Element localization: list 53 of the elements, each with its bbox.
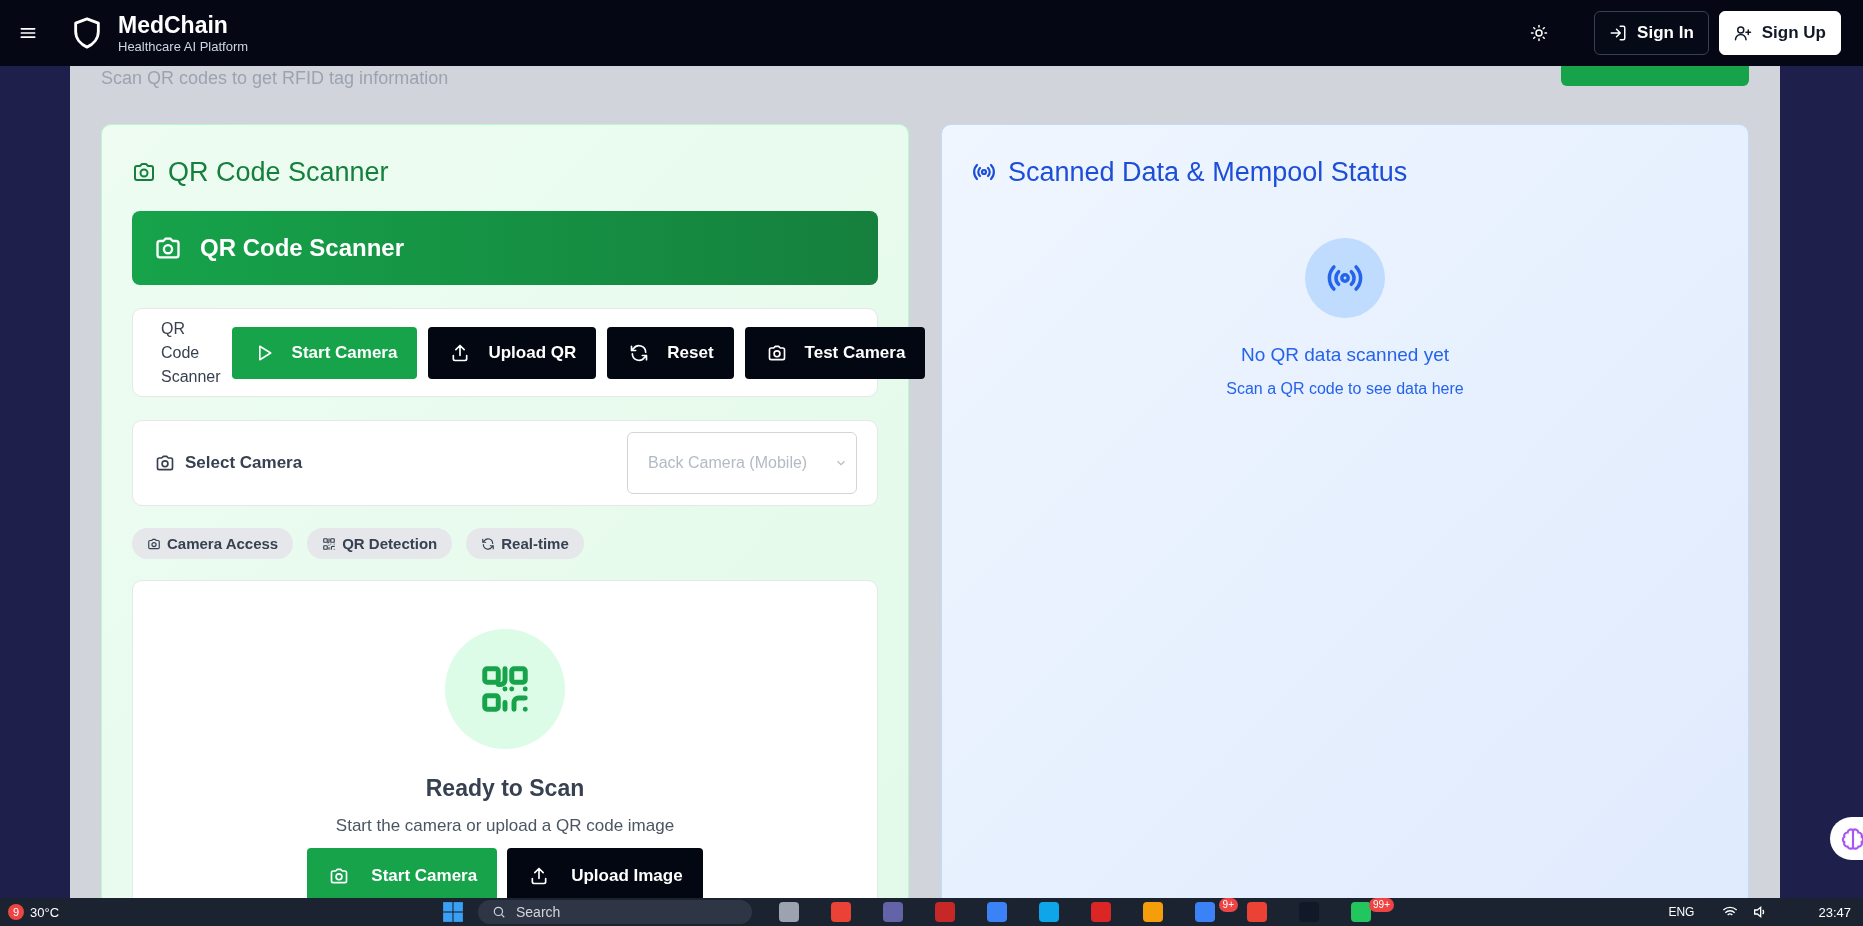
app-icon[interactable] bbox=[1351, 902, 1371, 922]
feature-tag: Camera Access bbox=[132, 528, 294, 559]
app-icon[interactable] bbox=[1039, 902, 1059, 922]
search-icon bbox=[492, 905, 506, 919]
action-button[interactable]: Upload Image bbox=[507, 848, 703, 898]
camera-icon bbox=[147, 536, 161, 551]
add-user-icon bbox=[1733, 24, 1752, 42]
controls-label: QR Code Scanner bbox=[161, 318, 221, 387]
qr-code-icon bbox=[322, 536, 337, 551]
app-icon[interactable] bbox=[831, 902, 851, 922]
sun-icon[interactable] bbox=[1530, 24, 1549, 42]
brain-icon bbox=[1840, 825, 1863, 852]
action-button[interactable]: Reset bbox=[607, 326, 734, 379]
sign-up-button[interactable]: Sign Up bbox=[1718, 11, 1841, 55]
taskbar-search-field[interactable]: Search bbox=[478, 900, 752, 924]
empty-title: No QR data scanned yet bbox=[1240, 344, 1450, 366]
card-title: QR Code Scanner bbox=[132, 155, 878, 189]
brand-name: MedChain bbox=[118, 11, 229, 38]
feature-tag: QR Detection bbox=[307, 528, 453, 559]
clock[interactable]: 23:47 bbox=[1818, 904, 1851, 920]
notification-badge: 99+ bbox=[1369, 898, 1394, 912]
sign-in-icon bbox=[1609, 24, 1628, 42]
app-icon[interactable] bbox=[883, 902, 903, 922]
app-icon[interactable] bbox=[779, 902, 799, 922]
banner-title: QR Code Scanner bbox=[200, 234, 405, 262]
language-indicator[interactable]: ENG bbox=[1668, 905, 1695, 919]
app-icon[interactable] bbox=[1195, 902, 1215, 922]
refresh-icon bbox=[629, 342, 650, 363]
camera-icon bbox=[155, 453, 175, 473]
action-button[interactable]: Test Camera bbox=[744, 326, 926, 379]
app-icon[interactable] bbox=[935, 902, 955, 922]
app-icon[interactable] bbox=[1247, 902, 1267, 922]
temperature: 30°C bbox=[30, 904, 60, 920]
camera-icon bbox=[329, 866, 350, 886]
app-icon[interactable] bbox=[1091, 902, 1111, 922]
app-icon[interactable] bbox=[1143, 902, 1163, 922]
upload-icon bbox=[450, 342, 471, 363]
brand-tagline: Healthcare AI Platform bbox=[118, 37, 249, 55]
camera-icon bbox=[132, 160, 156, 184]
action-button[interactable]: Upload QR bbox=[428, 326, 597, 379]
windows-start-icon[interactable] bbox=[442, 901, 464, 923]
feature-tag: Real-time bbox=[466, 528, 584, 559]
ready-text: Start the camera or upload a QR code image bbox=[335, 816, 675, 836]
app-icon[interactable] bbox=[987, 902, 1007, 922]
notification-badge: 9+ bbox=[1218, 898, 1238, 912]
weather-badge: 9 bbox=[8, 904, 24, 920]
sign-in-button[interactable]: Sign In bbox=[1594, 11, 1709, 55]
empty-text: Scan a QR code to see data here bbox=[1226, 380, 1464, 398]
upload-icon bbox=[529, 866, 550, 886]
select-label: Select Camera bbox=[185, 453, 303, 473]
refresh-icon bbox=[481, 536, 496, 551]
card-title: Scanned Data & Mempool Status bbox=[972, 155, 1718, 189]
ready-title: Ready to Scan bbox=[425, 775, 585, 802]
